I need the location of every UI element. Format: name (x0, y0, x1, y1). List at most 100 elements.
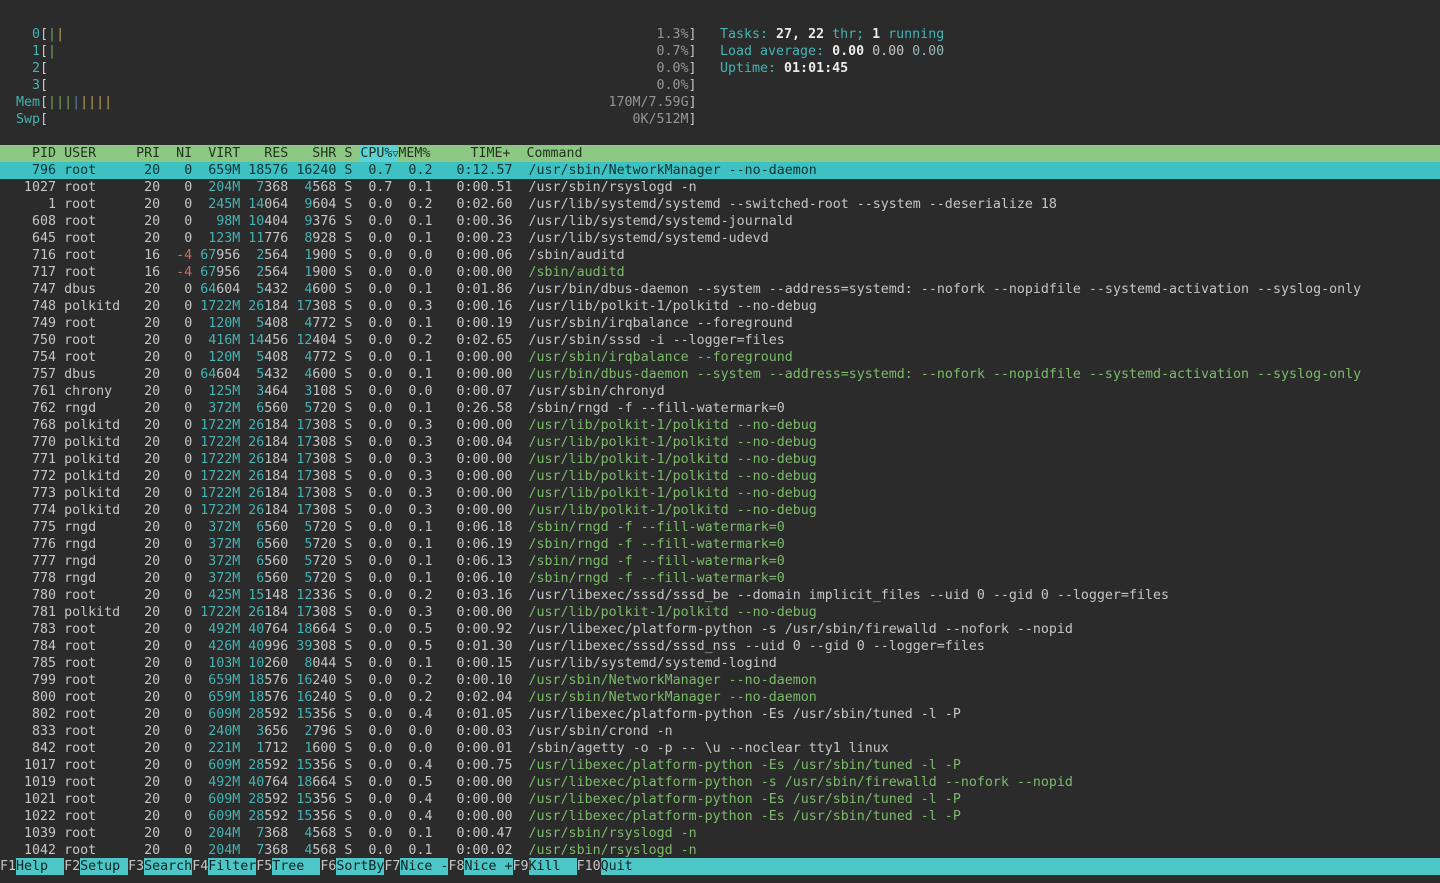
cell-pri: 20 (136, 418, 160, 433)
process-row[interactable]: 783 root 20 0 492M 40764 18664 S 0.0 0.5… (0, 621, 1440, 638)
fkey-f8[interactable]: F8 (448, 858, 464, 875)
process-row[interactable]: 762 rngd 20 0 372M 6560 5720 S 0.0 0.1 0… (0, 400, 1440, 417)
cell-user: polkitd (64, 418, 136, 433)
fkey-label-quit[interactable]: Quit (601, 858, 1440, 875)
process-row[interactable]: 842 root 20 0 221M 1712 1600 S 0.0 0.0 0… (0, 740, 1440, 757)
process-table-header[interactable]: PID USER PRI NI VIRT RES SHR S CPU%▽MEM%… (0, 145, 1440, 162)
column-header-shr[interactable]: SHR (288, 146, 336, 161)
process-row[interactable]: 774 polkitd 20 0 1722M 26184 17308 S 0.0… (0, 502, 1440, 519)
cell-state: S (336, 333, 352, 348)
fkey-f4[interactable]: F4 (192, 858, 208, 875)
fkey-f2[interactable]: F2 (64, 858, 80, 875)
column-header-pid[interactable]: PID (0, 146, 56, 161)
process-row[interactable]: 800 root 20 0 659M 18576 16240 S 0.0 0.2… (0, 689, 1440, 706)
fkey-label-kill[interactable]: Kill (529, 858, 577, 875)
cell-pri: 20 (136, 503, 160, 518)
process-row[interactable]: 716 root 16 -4 67956 2564 1900 S 0.0 0.0… (0, 247, 1440, 264)
column-header-cpu-sorted[interactable]: CPU%▽ (360, 146, 398, 161)
tasks-running-label: running (880, 27, 944, 42)
fkey-label-setup[interactable]: Setup (80, 858, 128, 875)
load-one: 0.00 (832, 44, 872, 59)
column-header-time[interactable]: TIME+ (430, 146, 510, 161)
cell-shr: 356 (312, 792, 336, 807)
cell-pri: 20 (136, 486, 160, 501)
process-row[interactable]: 1 root 20 0 245M 14064 9604 S 0.0 0.2 0:… (0, 196, 1440, 213)
process-row[interactable]: 777 rngd 20 0 372M 6560 5720 S 0.0 0.1 0… (0, 553, 1440, 570)
process-row[interactable]: 833 root 20 0 240M 3656 2796 S 0.0 0.0 0… (0, 723, 1440, 740)
fkey-f10[interactable]: F10 (577, 858, 601, 875)
process-row[interactable]: 781 polkitd 20 0 1722M 26184 17308 S 0.0… (0, 604, 1440, 621)
fkey-f6[interactable]: F6 (320, 858, 336, 875)
process-row[interactable]: 749 root 20 0 120M 5408 4772 S 0.0 0.1 0… (0, 315, 1440, 332)
cell-command: /usr/lib/systemd/systemd-journald (529, 214, 793, 229)
process-row[interactable]: 1039 root 20 0 204M 7368 4568 S 0.0 0.1 … (0, 825, 1440, 842)
column-header-user[interactable]: USER (64, 146, 136, 161)
process-row[interactable]: 776 rngd 20 0 372M 6560 5720 S 0.0 0.1 0… (0, 536, 1440, 553)
cpu-3-meter-value: 0.0% (656, 78, 688, 93)
process-row[interactable]: 761 chrony 20 0 125M 3464 3108 S 0.0 0.0… (0, 383, 1440, 400)
fkey-label-nice-[interactable]: Nice - (400, 858, 448, 875)
cell-pri: 20 (136, 605, 160, 620)
fkey-label-help[interactable]: Help (16, 858, 64, 875)
process-row[interactable]: 785 root 20 0 103M 10260 8044 S 0.0 0.1 … (0, 655, 1440, 672)
process-row[interactable]: 754 root 20 0 120M 5408 4772 S 0.0 0.1 0… (0, 349, 1440, 366)
process-row[interactable]: 717 root 16 -4 67956 2564 1900 S 0.0 0.0… (0, 264, 1440, 281)
cell-res: 26 (248, 605, 264, 620)
column-header-ni[interactable]: NI (160, 146, 192, 161)
column-header-mem[interactable]: MEM% (398, 146, 430, 161)
process-row[interactable]: 780 root 20 0 425M 15148 12336 S 0.0 0.2… (0, 587, 1440, 604)
process-row[interactable]: 768 polkitd 20 0 1722M 26184 17308 S 0.0… (0, 417, 1440, 434)
process-row[interactable]: 1019 root 20 0 492M 40764 18664 S 0.0 0.… (0, 774, 1440, 791)
fkey-f5[interactable]: F5 (256, 858, 272, 875)
cell-time: 0:02.65 (432, 333, 512, 348)
fkey-f1[interactable]: F1 (0, 858, 16, 875)
process-row[interactable]: 775 rngd 20 0 372M 6560 5720 S 0.0 0.1 0… (0, 519, 1440, 536)
cell-state: S (336, 809, 352, 824)
process-row[interactable]: 1042 root 20 0 204M 7368 4568 S 0.0 0.1 … (0, 842, 1440, 859)
process-row[interactable]: 770 polkitd 20 0 1722M 26184 17308 S 0.0… (0, 434, 1440, 451)
cell-shr: 39 (296, 639, 312, 654)
fkey-f3[interactable]: F3 (128, 858, 144, 875)
process-row[interactable]: 645 root 20 0 123M 11776 8928 S 0.0 0.1 … (0, 230, 1440, 247)
cell-pid: 761 (0, 384, 56, 399)
process-row[interactable]: 1022 root 20 0 609M 28592 15356 S 0.0 0.… (0, 808, 1440, 825)
fkey-f9[interactable]: F9 (513, 858, 529, 875)
fkey-f7[interactable]: F7 (384, 858, 400, 875)
process-row[interactable]: 799 root 20 0 659M 18576 16240 S 0.0 0.2… (0, 672, 1440, 689)
cell-time: 0:00.06 (432, 248, 512, 263)
column-header-virt[interactable]: VIRT (192, 146, 240, 161)
column-header-res[interactable]: RES (240, 146, 288, 161)
cell-pid: 783 (0, 622, 56, 637)
process-row[interactable]: 772 polkitd 20 0 1722M 26184 17308 S 0.0… (0, 468, 1440, 485)
cell-res: 576 (264, 163, 288, 178)
cell-virt: 372M (208, 571, 240, 586)
process-row[interactable]: 608 root 20 0 98M 10404 9376 S 0.0 0.1 0… (0, 213, 1440, 230)
column-header-pri[interactable]: PRI (136, 146, 160, 161)
process-row[interactable]: 748 polkitd 20 0 1722M 26184 17308 S 0.0… (0, 298, 1440, 315)
fkey-label-sortby[interactable]: SortBy (336, 858, 384, 875)
fkey-label-nice-[interactable]: Nice + (464, 858, 512, 875)
process-row[interactable]: 778 rngd 20 0 372M 6560 5720 S 0.0 0.1 0… (0, 570, 1440, 587)
process-row[interactable]: 747 dbus 20 0 64604 5432 4600 S 0.0 0.1 … (0, 281, 1440, 298)
process-row[interactable]: 771 polkitd 20 0 1722M 26184 17308 S 0.0… (0, 451, 1440, 468)
swp-meter: Swp[ 0K/512M] (0, 111, 697, 128)
process-row[interactable]: 802 root 20 0 609M 28592 15356 S 0.0 0.4… (0, 706, 1440, 723)
fkey-label-tree[interactable]: Tree (272, 858, 320, 875)
process-row[interactable]: 1017 root 20 0 609M 28592 15356 S 0.0 0.… (0, 757, 1440, 774)
column-header-state[interactable]: S (336, 146, 352, 161)
cell-time: 0:02.60 (432, 197, 512, 212)
process-row[interactable]: 757 dbus 20 0 64604 5432 4600 S 0.0 0.1 … (0, 366, 1440, 383)
meter-close-bracket: ] (689, 27, 697, 42)
fkey-label-filter[interactable]: Filter (208, 858, 256, 875)
cell-ni: 0 (184, 571, 192, 586)
fkey-label-search[interactable]: Search (144, 858, 192, 875)
process-row[interactable]: 1021 root 20 0 609M 28592 15356 S 0.0 0.… (0, 791, 1440, 808)
process-row[interactable]: 784 root 20 0 426M 40996 39308 S 0.0 0.5… (0, 638, 1440, 655)
cell-mem-percent: 0.5 (392, 622, 432, 637)
process-row[interactable]: 750 root 20 0 416M 14456 12404 S 0.0 0.2… (0, 332, 1440, 349)
process-row[interactable]: 773 polkitd 20 0 1722M 26184 17308 S 0.0… (0, 485, 1440, 502)
column-header-command[interactable]: Command (511, 146, 583, 161)
load-average-line: Load average: 0.00 0.00 0.00 (720, 43, 944, 60)
process-row-selected[interactable]: 796 root 20 0 659M 18576 16240 S 0.7 0.2… (0, 162, 1440, 179)
process-row[interactable]: 1027 root 20 0 204M 7368 4568 S 0.7 0.1 … (0, 179, 1440, 196)
